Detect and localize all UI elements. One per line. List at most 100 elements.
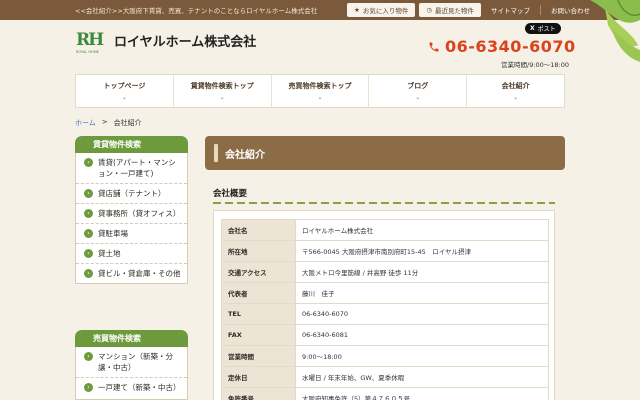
chevron-down-icon: ⌄ [415,94,421,101]
phone-number: 06-6340-6070 [445,37,576,56]
sidebar-item-label: 賃貸(アパート・マンション・一戸建て) [98,158,176,178]
row-value: 9:00～18:00 [295,345,549,367]
row-key: 代表者 [221,282,296,304]
sidebar-item-label: 貸ビル・貸倉庫・その他 [98,269,181,278]
section-title: 会社概要 [213,189,248,199]
row-value: ロイヤルホーム株式会社 [295,219,549,241]
row-key: FAX [221,324,296,346]
sidebar-item-label: 貸店舗（テナント） [98,189,166,198]
table-row: TEL 06-6340-6070 [221,303,549,325]
table-row: FAX 06-6340-6081 [221,324,549,346]
phone-block[interactable]: 06-6340-6070 [428,37,576,56]
arrow-right-icon: › [84,229,93,238]
table-row: 定休日 水曜日 / 年末年始、GW、夏季休暇 [221,366,549,388]
arrow-right-icon: › [84,352,93,361]
arrow-right-icon: › [84,158,93,167]
sidebar-rental-title: 賃貸物件検索 [75,136,188,153]
sidebar-item-label: 貸事務所（貸オフィス） [98,209,181,218]
sidebar-item-label: マンション（新築・分譲・中古） [98,352,173,372]
recent-label: 最近見た物件 [435,7,474,15]
divider [540,5,541,15]
logo-subtext: ROYAL HOME [76,50,99,54]
nav-label: 売買物件検索トップ [288,82,352,90]
chevron-down-icon: ⌄ [513,94,519,101]
sidebar-item-label: 一戸建て（新築・中古） [98,383,181,392]
arrow-right-icon: › [84,189,93,198]
sidebar-item-label: 貸駐車場 [98,229,128,238]
x-icon: X [530,25,535,32]
site-logo[interactable]: RH ROYAL HOME [76,30,104,56]
row-value: 水曜日 / 年末年始、GW、夏季休暇 [295,366,549,388]
row-key: 会社名 [221,219,296,241]
sidebar-sale-list: › マンション（新築・分譲・中古） › 一戸建て（新築・中古） [75,347,188,400]
row-key: 定休日 [221,366,296,388]
arrow-right-icon: › [84,249,93,258]
table-row: 所在地 〒566-0045 大阪府摂津市南別府町15-45 ロイヤル摂津 [221,240,549,262]
nav-label: ブログ [407,82,429,90]
top-links: ★ お気に入り物件 ◷ 最近見た物件 サイトマップ お問い合わせ [347,3,596,17]
nav-blog[interactable]: ブログ ⌄ [369,75,468,107]
site-tagline: <<会社紹介>>大阪府下賃貸、売買、テナントのことならロイヤルホーム株式会社 [75,7,318,15]
row-value: 〒566-0045 大阪府摂津市南別府町15-45 ロイヤル摂津 [295,240,549,262]
row-key: 交通アクセス [221,261,296,283]
star-icon: ★ [354,6,360,14]
sidebar-item-rental-other[interactable]: › 貸ビル・貸倉庫・その他 [76,264,187,283]
sidebar-item-sale-house[interactable]: › 一戸建て（新築・中古） [76,378,187,397]
nav-label: 会社紹介 [501,82,530,90]
row-value: 大阪メトロ今里筋線 / 井高野 徒歩 11分 [295,261,549,283]
nav-label: トップページ [103,82,146,90]
sidebar-item-label: 貸土地 [98,249,121,258]
breadcrumb-current: 会社紹介 [113,119,142,127]
phone-icon [429,42,439,51]
breadcrumb-home[interactable]: ホーム [75,118,96,128]
global-nav: トップページ ⌄ 賃貸物件検索トップ ⌄ 売買物件検索トップ ⌄ ブログ ⌄ 会… [75,74,565,108]
row-value: 06-6340-6081 [295,324,549,346]
nav-label: 賃貸物件検索トップ [190,82,254,90]
history-icon: ◷ [426,6,432,14]
table-row: 免許番号 大阪府知事免許（5）第４７６０５号 [221,387,549,400]
sidebar-rental-list: › 賃貸(アパート・マンション・一戸建て) › 貸店舗（テナント） › 貸事務所… [75,153,188,284]
sidebar-item-rental-parking[interactable]: › 貸駐車場 [76,224,187,244]
row-key: 所在地 [221,240,296,262]
chevron-down-icon: ⌄ [317,94,323,101]
arrow-right-icon: › [84,383,93,392]
sidebar-item-rental-store[interactable]: › 貸店舗（テナント） [76,184,187,204]
sidebar-item-rental-office[interactable]: › 貸事務所（貸オフィス） [76,204,187,224]
x-post-label: ポスト [537,26,556,33]
table-row: 営業時間 9:00～18:00 [221,345,549,367]
row-key: TEL [221,303,296,325]
business-hours: 営業時間/9:00～18:00 [501,61,570,69]
nav-sale-search[interactable]: 売買物件検索トップ ⌄ [272,75,370,107]
sidebar-item-rental-land[interactable]: › 貸土地 [76,244,187,264]
chevron-down-icon: ⌄ [121,94,127,101]
table-row: 交通アクセス 大阪メトロ今里筋線 / 井高野 徒歩 11分 [221,261,549,283]
chevron-down-icon: ⌄ [219,94,225,101]
row-value: 06-6340-6070 [295,303,549,325]
row-key: 免許番号 [221,387,296,400]
arrow-right-icon: › [84,209,93,218]
arrow-right-icon: › [84,269,93,278]
x-post-button[interactable]: X ポスト [525,23,561,34]
sidebar-item-rental-residence[interactable]: › 賃貸(アパート・マンション・一戸建て) [76,153,187,184]
logo-mark: RH [76,30,104,50]
recent-link[interactable]: ◷ 最近見た物件 [419,3,481,17]
table-row: 会社名 ロイヤルホーム株式会社 [221,219,549,241]
breadcrumb: ホーム > 会社紹介 [75,118,142,128]
nav-rental-search[interactable]: 賃貸物件検索トップ ⌄ [174,75,272,107]
favorites-label: お気に入り物件 [362,7,409,15]
sidebar-sale-title: 売買物件検索 [75,330,188,347]
row-value: 大阪府知事免許（5）第４７６０５号 [295,387,549,400]
breadcrumb-separator: > [101,118,108,126]
row-value: 藤川 佳子 [295,282,549,304]
page-title: 会社紹介 [205,136,565,170]
sitemap-link[interactable]: サイトマップ [485,3,536,17]
favorites-link[interactable]: ★ お気に入り物件 [347,3,416,17]
section-divider [213,202,555,204]
sidebar-item-sale-mansion[interactable]: › マンション（新築・分譲・中古） [76,347,187,378]
table-row: 代表者 藤川 佳子 [221,282,549,304]
company-info-table: 会社名 ロイヤルホーム株式会社 所在地 〒566-0045 大阪府摂津市南別府町… [221,219,549,400]
row-key: 営業時間 [221,345,296,367]
nav-top[interactable]: トップページ ⌄ [76,75,174,107]
company-name: ロイヤルホーム株式会社 [114,35,257,50]
nav-company[interactable]: 会社紹介 ⌄ [467,75,564,107]
